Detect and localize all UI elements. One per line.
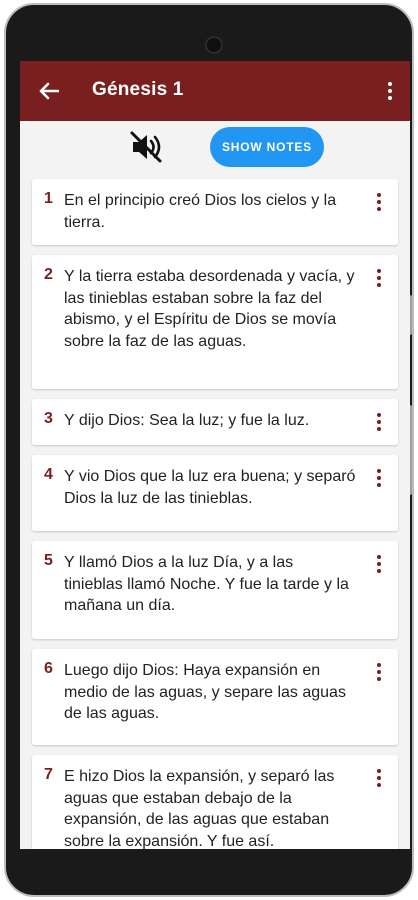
verse-text: Y vio Dios que la luz era buena; y separ… [64,468,356,507]
more-vert-icon [377,663,381,667]
volume-off-icon [130,131,162,163]
more-vert-icon [377,193,381,197]
verse-number: 6 [44,660,53,677]
verse-text: Y llamó Dios a la luz Día, y a las tinie… [64,554,349,614]
verse-menu-button[interactable] [374,467,384,489]
verse-number: 3 [44,410,53,427]
verse-menu-button[interactable] [374,767,384,789]
verse-menu-button[interactable] [374,191,384,213]
phone-frame: Génesis 1 SHOW NOTES 1 En el principio c… [4,3,414,897]
app-screen: Génesis 1 SHOW NOTES 1 En el principio c… [20,61,410,849]
verse-number: 7 [44,766,53,783]
verse-card[interactable]: 7 E hizo Dios la expansión, y separó las… [32,755,398,849]
verse-card[interactable]: 1 En el principio creó Dios los cielos y… [32,179,398,245]
verse-text: Y la tierra estaba desordenada y vacía, … [64,268,355,350]
mute-button[interactable] [128,129,164,165]
show-notes-button[interactable]: SHOW NOTES [210,127,324,167]
more-vert-icon [377,413,381,417]
verse-menu-button[interactable] [374,553,384,575]
verse-number: 1 [44,190,53,207]
more-vert-icon [377,269,381,273]
more-vert-icon [377,555,381,559]
verse-text: Y dijo Dios: Sea la luz; y fue la luz. [64,412,310,429]
verse-card[interactable]: 3 Y dijo Dios: Sea la luz; y fue la luz. [32,399,398,445]
verse-number: 2 [44,266,53,283]
overflow-menu-button[interactable] [382,77,398,105]
more-vert-icon [377,769,381,773]
verse-card[interactable]: 2 Y la tierra estaba desordenada y vacía… [32,255,398,389]
verse-card[interactable]: 6 Luego dijo Dios: Haya expansión en med… [32,649,398,745]
more-vert-icon [388,82,392,86]
app-bar: Génesis 1 [20,61,410,121]
verse-menu-button[interactable] [374,267,384,289]
verse-text: Luego dijo Dios: Haya expansión en medio… [64,662,346,722]
verse-menu-button[interactable] [374,661,384,683]
verse-text: E hizo Dios la expansión, y separó las a… [64,768,335,849]
verse-menu-button[interactable] [374,411,384,433]
verse-card[interactable]: 4 Y vio Dios que la luz era buena; y sep… [32,455,398,531]
verse-text: En el principio creó Dios los cielos y l… [64,192,337,231]
front-camera [205,36,223,54]
verse-number: 5 [44,552,53,569]
more-vert-icon [377,469,381,473]
page-title: Génesis 1 [92,79,184,100]
back-button[interactable] [36,78,62,104]
verse-card[interactable]: 5 Y llamó Dios a la luz Día, y a las tin… [32,541,398,639]
verse-number: 4 [44,466,53,483]
arrow-left-icon [39,82,59,100]
